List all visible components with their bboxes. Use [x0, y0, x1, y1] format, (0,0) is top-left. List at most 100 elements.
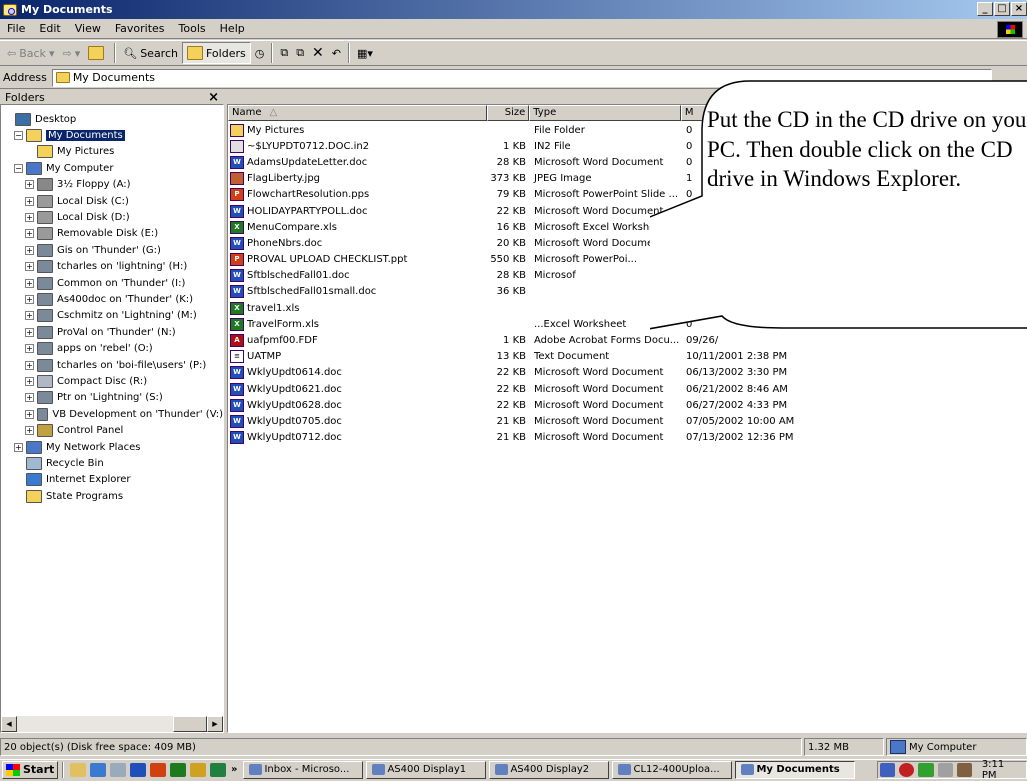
- minimize-button[interactable]: _: [977, 2, 993, 16]
- tree-item[interactable]: State Programs: [1, 488, 223, 504]
- tree-item[interactable]: − My Documents: [1, 127, 223, 143]
- file-row[interactable]: W WklyUpdt0712.doc 21 KB Microsoft Word Doc…: [228, 430, 1026, 446]
- explorer-icon[interactable]: [110, 762, 126, 777]
- expand-toggle-icon[interactable]: +: [25, 393, 34, 403]
- expand-toggle-icon[interactable]: +: [25, 426, 34, 436]
- update-tray-icon[interactable]: [918, 763, 934, 777]
- file-row[interactable]: W WklyUpdt0614.doc 22 KB Microsoft Word Doc…: [228, 365, 1026, 381]
- expand-toggle-icon[interactable]: +: [14, 442, 23, 452]
- file-row[interactable]: Auafpmf00.FDF 1 KB Adobe Acrobat Forms Doc…: [228, 332, 1026, 348]
- expand-toggle-icon[interactable]: +: [25, 262, 34, 272]
- file-row[interactable]: W PhoneNbrs.doc 20 KB Microsoft Word Docume…: [228, 235, 1026, 251]
- forward-button[interactable]: ⇨ ▾: [58, 42, 84, 64]
- tree-item[interactable]: + apps on 'rebel' (O:): [1, 340, 223, 356]
- up-folder-button[interactable]: [84, 42, 111, 64]
- expand-toggle-icon[interactable]: +: [25, 196, 34, 206]
- tree-item[interactable]: + Local Disk (C:): [1, 193, 223, 209]
- folders-tree-pane[interactable]: Desktop − My Documents My Pictures − My Compu…: [0, 104, 224, 733]
- tree-item[interactable]: − My Computer: [1, 160, 223, 176]
- powerpoint-icon[interactable]: [150, 762, 166, 777]
- file-row[interactable]: W WklyUpdt0705.doc 21 KB Microsoft Word Doc…: [228, 413, 1026, 429]
- file-row[interactable]: X TravelForm.xls ...Excel Worksheet 0: [228, 316, 1026, 332]
- maximize-button[interactable]: □: [994, 2, 1010, 16]
- tree-item[interactable]: + As400doc on 'Thunder' (K:): [1, 291, 223, 307]
- column-type[interactable]: Type: [529, 105, 681, 121]
- expand-toggle-icon[interactable]: −: [14, 131, 23, 141]
- file-row[interactable]: W WklyUpdt0628.doc 22 KB Microsoft Word Doc…: [228, 397, 1026, 413]
- file-row[interactable]: ≡ UATMP 13 KB Text Document 10/11/2001 2:38 …: [228, 349, 1026, 365]
- expand-toggle-icon[interactable]: +: [25, 376, 34, 386]
- taskbar-button[interactable]: Inbox - Microso...: [243, 760, 364, 779]
- tree-item[interactable]: + tcharles on 'boi-file\users' (P:): [1, 357, 223, 373]
- tree-item[interactable]: + tcharles on 'lightning' (H:): [1, 259, 223, 275]
- file-row[interactable]: W SftblschedFall01.doc 28 KB Microsof: [228, 268, 1026, 284]
- tree-item[interactable]: Desktop: [1, 111, 223, 127]
- file-row[interactable]: P PROVAL UPLOAD CHECKLIST.ppt 550 KB Micros…: [228, 252, 1026, 268]
- taskbar-button[interactable]: AS400 Display1: [366, 760, 487, 779]
- tree-item[interactable]: + Control Panel: [1, 422, 223, 438]
- folders-pane-close-button[interactable]: ×: [208, 90, 219, 105]
- expand-toggle-icon[interactable]: +: [25, 213, 34, 223]
- tree-item[interactable]: + ProVal on 'Thunder' (N:): [1, 324, 223, 340]
- internet-explorer-icon[interactable]: [90, 762, 106, 777]
- expand-toggle-icon[interactable]: +: [25, 344, 34, 354]
- menu-help[interactable]: Help: [213, 22, 252, 35]
- expand-toggle-icon[interactable]: +: [25, 278, 34, 288]
- folders-button[interactable]: Folders: [181, 42, 251, 64]
- scroll-left-button[interactable]: ◀: [1, 716, 17, 732]
- taskbar-button[interactable]: CL12-400Uploa...: [612, 760, 733, 779]
- tree-item[interactable]: Recycle Bin: [1, 455, 223, 471]
- history-button[interactable]: ◷: [251, 42, 269, 64]
- tree-item[interactable]: + Cschmitz on 'Lightning' (M:): [1, 308, 223, 324]
- close-button[interactable]: ×: [1011, 2, 1027, 16]
- quicklaunch-more-button[interactable]: »: [231, 764, 237, 775]
- horizontal-scrollbar[interactable]: ◀ ▶: [1, 716, 223, 732]
- tree-item[interactable]: + Local Disk (D:): [1, 209, 223, 225]
- tree-item[interactable]: + Compact Disc (R:): [1, 373, 223, 389]
- tree-item[interactable]: + Common on 'Thunder' (I:): [1, 275, 223, 291]
- file-row[interactable]: W SftblschedFall01small.doc 36 KB: [228, 284, 1026, 300]
- tree-item[interactable]: +3½ Floppy (A:): [1, 177, 223, 193]
- expand-toggle-icon[interactable]: +: [25, 180, 34, 190]
- file-row[interactable]: W WklyUpdt0621.doc 22 KB Microsoft Word Doc…: [228, 381, 1026, 397]
- tree-item[interactable]: + My Network Places: [1, 439, 223, 455]
- word-icon[interactable]: [130, 762, 146, 777]
- expand-toggle-icon[interactable]: +: [25, 409, 34, 419]
- scroll-thumb[interactable]: [173, 716, 207, 732]
- file-row[interactable]: W HOLIDAYPARTYPOLL.doc 22 KB Microsoft Word…: [228, 203, 1026, 219]
- antivirus-tray-icon[interactable]: [899, 763, 915, 777]
- file-row[interactable]: Xtravel1.xls 0: [228, 300, 1026, 316]
- expand-toggle-icon[interactable]: +: [25, 245, 34, 255]
- tree-item[interactable]: + Ptr on 'Lightning' (S:): [1, 390, 223, 406]
- menu-edit[interactable]: Edit: [32, 22, 67, 35]
- move-to-button[interactable]: ⧉: [276, 42, 292, 64]
- undo-button[interactable]: ↶: [328, 42, 345, 64]
- tree-item[interactable]: + Gis on 'Thunder' (G:): [1, 242, 223, 258]
- tree-item[interactable]: + Removable Disk (E:): [1, 226, 223, 242]
- expand-toggle-icon[interactable]: +: [25, 311, 34, 321]
- outlook-icon[interactable]: [190, 762, 206, 777]
- column-name[interactable]: Name △: [228, 105, 488, 121]
- search-button[interactable]: 🔍︎ Search: [119, 42, 182, 64]
- expand-toggle-icon[interactable]: +: [25, 294, 34, 304]
- back-button[interactable]: ⇦ Back ▾: [3, 42, 58, 64]
- delete-button[interactable]: ✕: [308, 42, 328, 64]
- start-button[interactable]: Start: [2, 760, 58, 779]
- menu-tools[interactable]: Tools: [172, 22, 213, 35]
- scroll-right-button[interactable]: ▶: [207, 716, 223, 732]
- taskbar-button[interactable]: AS400 Display2: [489, 760, 610, 779]
- menu-view[interactable]: View: [68, 22, 108, 35]
- views-button[interactable]: ▦ ▾: [353, 42, 377, 64]
- show-desktop-icon[interactable]: [70, 762, 86, 777]
- address-input[interactable]: My Documents: [51, 68, 992, 87]
- file-row[interactable]: X MenuCompare.xls 16 KB Microsoft Excel Wor…: [228, 219, 1026, 235]
- expand-toggle-icon[interactable]: +: [25, 327, 34, 337]
- network-tray-icon[interactable]: [880, 763, 896, 777]
- tree-item[interactable]: + VB Development on 'Thunder' (V:): [1, 406, 223, 422]
- terminal-icon[interactable]: [210, 762, 226, 777]
- expand-toggle-icon[interactable]: −: [14, 163, 23, 173]
- expand-toggle-icon[interactable]: +: [25, 229, 34, 239]
- expand-toggle-icon[interactable]: +: [25, 360, 34, 370]
- copy-to-button[interactable]: ⧉: [292, 42, 308, 64]
- file-list-pane[interactable]: Name △ Size Type M My Pictures File Folder…: [227, 104, 1027, 733]
